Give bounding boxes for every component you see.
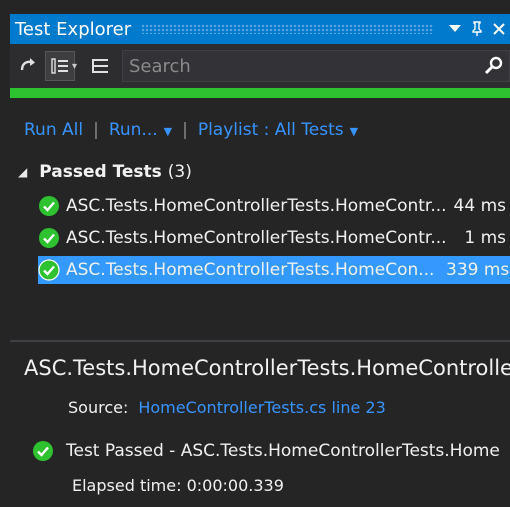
playlist-icon[interactable] — [86, 52, 114, 80]
pin-icon[interactable] — [466, 14, 488, 44]
detail-test-title: ASC.Tests.HomeControllerTests.HomeContro… — [24, 356, 510, 380]
search-input[interactable] — [123, 54, 479, 78]
title-bar[interactable]: Test Explorer — [10, 14, 510, 44]
source-link[interactable]: HomeControllerTests.cs line 23 — [138, 398, 385, 417]
test-duration: 1 ms — [464, 228, 506, 248]
group-by-dropdown-icon[interactable]: ▾ — [72, 61, 82, 72]
result-text: Test Passed - ASC.Tests.HomeControllerTe… — [66, 441, 500, 461]
test-name: ASC.Tests.HomeControllerTests.HomeCon... — [66, 260, 435, 280]
search-box[interactable] — [122, 50, 510, 82]
title-grip[interactable] — [141, 24, 434, 34]
collapse-triangle-icon[interactable]: ◢ — [18, 165, 27, 179]
group-count: (3) — [167, 162, 192, 182]
test-result-line: Test Passed - ASC.Tests.HomeControllerTe… — [32, 440, 500, 462]
test-duration: 44 ms — [453, 196, 506, 216]
test-row-selected[interactable]: ASC.Tests.HomeControllerTests.HomeCon...… — [38, 256, 510, 284]
close-icon[interactable] — [488, 14, 510, 44]
action-separator: | — [93, 120, 99, 140]
test-row[interactable]: ASC.Tests.HomeControllerTests.HomeContr.… — [38, 192, 510, 220]
test-row[interactable]: ASC.Tests.HomeControllerTests.HomeContr.… — [38, 224, 510, 252]
test-name: ASC.Tests.HomeControllerTests.HomeContr.… — [66, 196, 446, 216]
window-title: Test Explorer — [15, 18, 132, 40]
search-icon[interactable] — [479, 51, 509, 81]
run-icon[interactable] — [14, 52, 42, 80]
passed-check-icon — [39, 228, 59, 248]
pane-splitter[interactable] — [10, 340, 510, 342]
source-line: Source: HomeControllerTests.cs line 23 — [68, 398, 386, 417]
test-duration: 339 ms — [446, 260, 510, 280]
passed-check-icon — [33, 441, 53, 461]
playlist-link[interactable]: Playlist : All Tests — [198, 120, 344, 140]
action-bar: Run All | Run... ▼ | Playlist : All Tests… — [24, 118, 358, 142]
chevron-down-icon[interactable]: ▼ — [164, 125, 172, 138]
source-label: Source: — [68, 398, 129, 417]
test-progress-bar — [10, 88, 510, 98]
passed-tests-group-header[interactable]: ◢ Passed Tests (3) — [18, 162, 192, 182]
test-name: ASC.Tests.HomeControllerTests.HomeContr.… — [66, 228, 446, 248]
test-explorer-window: Test Explorer ▾ Run — [0, 0, 510, 507]
chevron-down-icon[interactable]: ▼ — [350, 125, 358, 138]
passed-check-icon — [39, 196, 59, 216]
run-link[interactable]: Run... — [109, 120, 158, 140]
window-menu-dropdown-icon[interactable] — [444, 14, 466, 44]
toolbar: ▾ — [10, 44, 510, 88]
run-dropdown[interactable]: Run... ▼ — [109, 120, 172, 140]
group-by-icon[interactable] — [45, 51, 75, 81]
elapsed-time: Elapsed time: 0:00:00.339 — [72, 476, 284, 495]
playlist-dropdown[interactable]: Playlist : All Tests ▼ — [198, 120, 358, 140]
passed-check-icon — [38, 259, 60, 281]
action-separator: | — [182, 120, 188, 140]
group-label: Passed Tests — [39, 162, 162, 182]
run-all-link[interactable]: Run All — [24, 120, 83, 140]
test-progress-fill — [10, 88, 510, 98]
